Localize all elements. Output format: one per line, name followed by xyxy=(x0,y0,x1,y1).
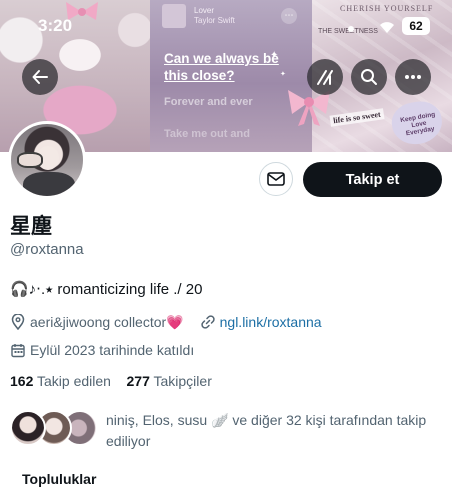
grok-icon xyxy=(317,70,333,85)
grok-button[interactable] xyxy=(307,59,343,95)
back-arrow-icon xyxy=(32,70,48,84)
display-name: 星塵 xyxy=(10,215,52,238)
signal-dot-icon xyxy=(348,26,354,32)
more-icon xyxy=(405,75,421,79)
followers-you-know[interactable]: niniş, Elos, susu 🪽 ve diğer 32 kişi tar… xyxy=(10,408,450,458)
followed-by-text: niniş, Elos, susu 🪽 ve diğer 32 kişi tar… xyxy=(106,412,427,449)
link-icon xyxy=(200,314,216,330)
search-icon xyxy=(361,69,377,85)
more-button[interactable] xyxy=(395,59,431,95)
message-button[interactable] xyxy=(259,162,293,196)
music-more-icon: ⋯ xyxy=(281,8,297,24)
website-link[interactable]: ngl.link/roxtanna xyxy=(220,314,322,330)
meta-row-joined: Eylül 2023 tarihinde katıldı xyxy=(10,340,194,360)
location-text: aeri&jiwoong collector💗 xyxy=(30,313,184,330)
follow-counts: 162 Takip edilen 277 Takipçiler xyxy=(10,373,212,389)
music-card: Lover Taylor Swift ⋯ xyxy=(162,4,297,32)
avatar-shirt xyxy=(23,172,75,196)
meta-row-location-link: aeri&jiwoong collector💗 ngl.link/roxtann… xyxy=(10,312,322,332)
battery-indicator: 62 xyxy=(402,17,430,35)
calendar-icon xyxy=(10,342,26,358)
mail-icon xyxy=(267,172,285,186)
status-time: 3:20 xyxy=(38,16,73,35)
sparkle-icon: ✦ xyxy=(280,71,286,78)
search-button[interactable] xyxy=(351,59,387,95)
song-title: Lover xyxy=(194,6,215,15)
lyric-next: Forever and ever xyxy=(164,96,253,108)
avatar-hand xyxy=(17,152,43,168)
collage-title: CHERISH YOURSELF xyxy=(340,4,434,13)
lyric-after: Take me out and xyxy=(164,128,250,140)
lyric-current: Can we always be this close? xyxy=(164,51,279,83)
profile-avatar[interactable] xyxy=(8,121,86,199)
sparkle-icon: ✦ xyxy=(270,50,279,61)
following-link[interactable]: 162 Takip edilen xyxy=(10,373,111,389)
follow-button[interactable]: Takip et xyxy=(303,162,442,197)
joined-date: Eylül 2023 tarihinde katıldı xyxy=(30,342,195,358)
follower-avatar xyxy=(10,410,46,446)
user-handle: @roxtanna xyxy=(10,241,84,258)
album-cover xyxy=(162,4,186,28)
back-button[interactable] xyxy=(22,59,58,95)
communities-heading: Topluluklar xyxy=(22,471,97,487)
location-pin-icon xyxy=(10,314,26,330)
bio-text: 🎧♪‧.⭑ romanticizing life ./ 20 xyxy=(10,281,203,298)
wifi-icon xyxy=(380,22,394,33)
followers-link[interactable]: 277 Takipçiler xyxy=(127,373,212,389)
song-artist: Taylor Swift xyxy=(194,16,235,25)
